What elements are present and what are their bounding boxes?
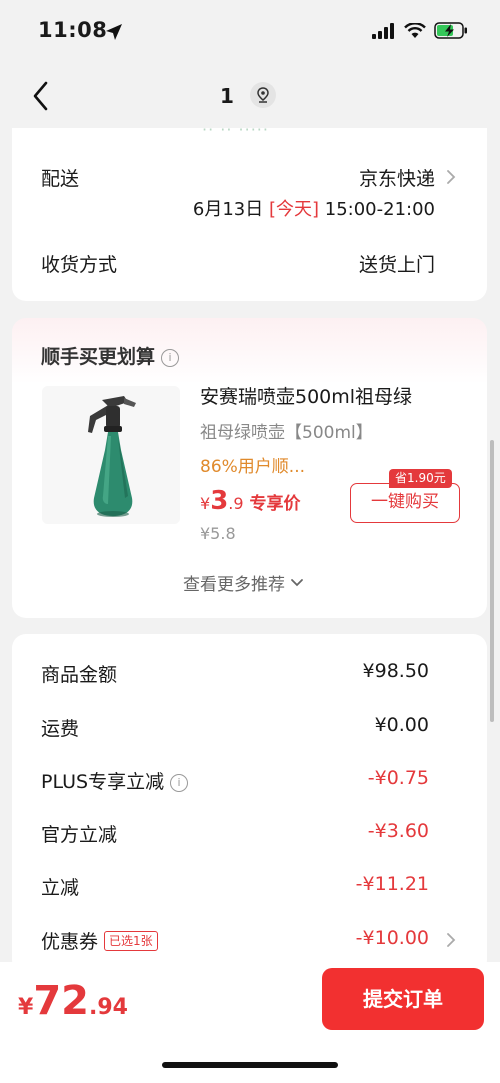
receive-method-label: 收货方式 bbox=[41, 254, 118, 276]
spray-bottle-image bbox=[42, 386, 180, 524]
chevron-right-icon[interactable] bbox=[444, 170, 458, 184]
summary-label-plus: PLUS专享立减 i bbox=[41, 767, 189, 794]
summary-value-official: -¥3.60 bbox=[367, 820, 429, 842]
order-summary-card: 商品金额 ¥98.50 运费 ¥0.00 PLUS专享立减 i -¥0.75 官方… bbox=[12, 634, 487, 974]
addon-title: 顺手买更划算 i bbox=[41, 342, 180, 369]
summary-value-shipping: ¥0.00 bbox=[374, 714, 429, 736]
price-label: 专享价 bbox=[249, 494, 301, 514]
summary-value-goods: ¥98.50 bbox=[362, 660, 429, 682]
back-chevron-icon[interactable] bbox=[24, 78, 60, 114]
delivery-method[interactable]: 京东快递 bbox=[359, 164, 435, 191]
info-icon[interactable]: i bbox=[161, 349, 180, 367]
save-badge: 省1.90元 bbox=[389, 469, 452, 488]
price-yen: ¥ bbox=[200, 494, 211, 513]
receive-method-value: 送货上门 bbox=[358, 254, 435, 276]
product-name[interactable]: 安赛瑞喷壶500ml祖母绿 bbox=[200, 382, 412, 409]
price-int: 3 bbox=[210, 486, 229, 516]
delivery-label: 配送 bbox=[41, 168, 80, 190]
summary-value-instant: -¥11.21 bbox=[355, 873, 429, 895]
product-price: ¥3.9 专享价 bbox=[200, 486, 301, 516]
delivery-card: ·· ·· ····· 配送 京东快递 6月13日 [今天] 15:00-21:… bbox=[12, 128, 487, 301]
delivery-time-range: 15:00-21:00 bbox=[324, 199, 435, 220]
product-image[interactable] bbox=[42, 386, 180, 524]
addon-card: 顺手买更划算 i 安赛瑞喷壶500ml祖母绿 祖母绿喷壶【500ml】 86%用户… bbox=[12, 318, 487, 618]
coupon-selected-badge: 已选1张 bbox=[104, 931, 158, 951]
faded-text: ·· ·· ····· bbox=[202, 128, 269, 139]
info-icon[interactable]: i bbox=[170, 774, 189, 792]
battery-charging-icon bbox=[434, 22, 467, 39]
coupon-label: 优惠券 bbox=[41, 931, 99, 953]
total-dec: .94 bbox=[88, 995, 128, 1020]
delivery-today: [今天] bbox=[268, 199, 320, 220]
plus-discount-label: PLUS专享立减 bbox=[41, 771, 165, 793]
addon-title-text: 顺手买更划算 bbox=[41, 346, 156, 368]
home-indicator[interactable] bbox=[162, 1062, 338, 1068]
one-click-buy-button[interactable]: 一键购买 bbox=[350, 483, 460, 523]
location-arrow-icon bbox=[106, 24, 122, 40]
location-pin-icon bbox=[257, 87, 269, 103]
page-title: 1 bbox=[220, 84, 234, 108]
summary-value-plus: -¥0.75 bbox=[367, 767, 429, 789]
total-yen: ¥ bbox=[18, 995, 34, 1020]
submit-order-button[interactable]: 提交订单 bbox=[322, 968, 484, 1030]
summary-label-coupon[interactable]: 优惠券 已选1张 bbox=[41, 927, 158, 954]
original-price: ¥5.8 bbox=[200, 524, 236, 543]
chevron-right-icon[interactable] bbox=[444, 933, 458, 947]
location-pin-button[interactable] bbox=[250, 82, 276, 108]
product-spec: 祖母绿喷壶【500ml】 bbox=[200, 423, 373, 443]
wifi-icon bbox=[404, 22, 426, 38]
total-int: 72 bbox=[33, 978, 89, 1024]
summary-value-coupon[interactable]: -¥10.00 bbox=[356, 927, 429, 949]
view-more-link[interactable]: 查看更多推荐 bbox=[183, 570, 304, 595]
status-time: 11:08 bbox=[38, 18, 108, 42]
total-price: ¥72.94 bbox=[18, 978, 128, 1024]
view-more-label: 查看更多推荐 bbox=[183, 575, 285, 595]
summary-label-instant: 立减 bbox=[41, 877, 80, 899]
summary-label-shipping: 运费 bbox=[41, 718, 80, 740]
bottom-bar: ¥72.94 提交订单 bbox=[0, 962, 500, 1083]
scrollbar[interactable] bbox=[490, 440, 494, 722]
status-icons bbox=[372, 22, 468, 39]
cellular-signal-icon bbox=[372, 22, 394, 39]
delivery-time: 6月13日 [今天] 15:00-21:00 bbox=[193, 195, 435, 221]
nav-bar: 1 bbox=[0, 66, 500, 128]
status-bar: 11:08 bbox=[0, 0, 500, 66]
summary-label-goods: 商品金额 bbox=[41, 664, 118, 686]
delivery-date: 6月13日 bbox=[192, 199, 264, 220]
summary-label-official: 官方立减 bbox=[41, 824, 118, 846]
product-tag: 86%用户顺... bbox=[200, 457, 305, 477]
price-dec: .9 bbox=[228, 494, 244, 513]
chevron-down-icon bbox=[291, 579, 304, 587]
